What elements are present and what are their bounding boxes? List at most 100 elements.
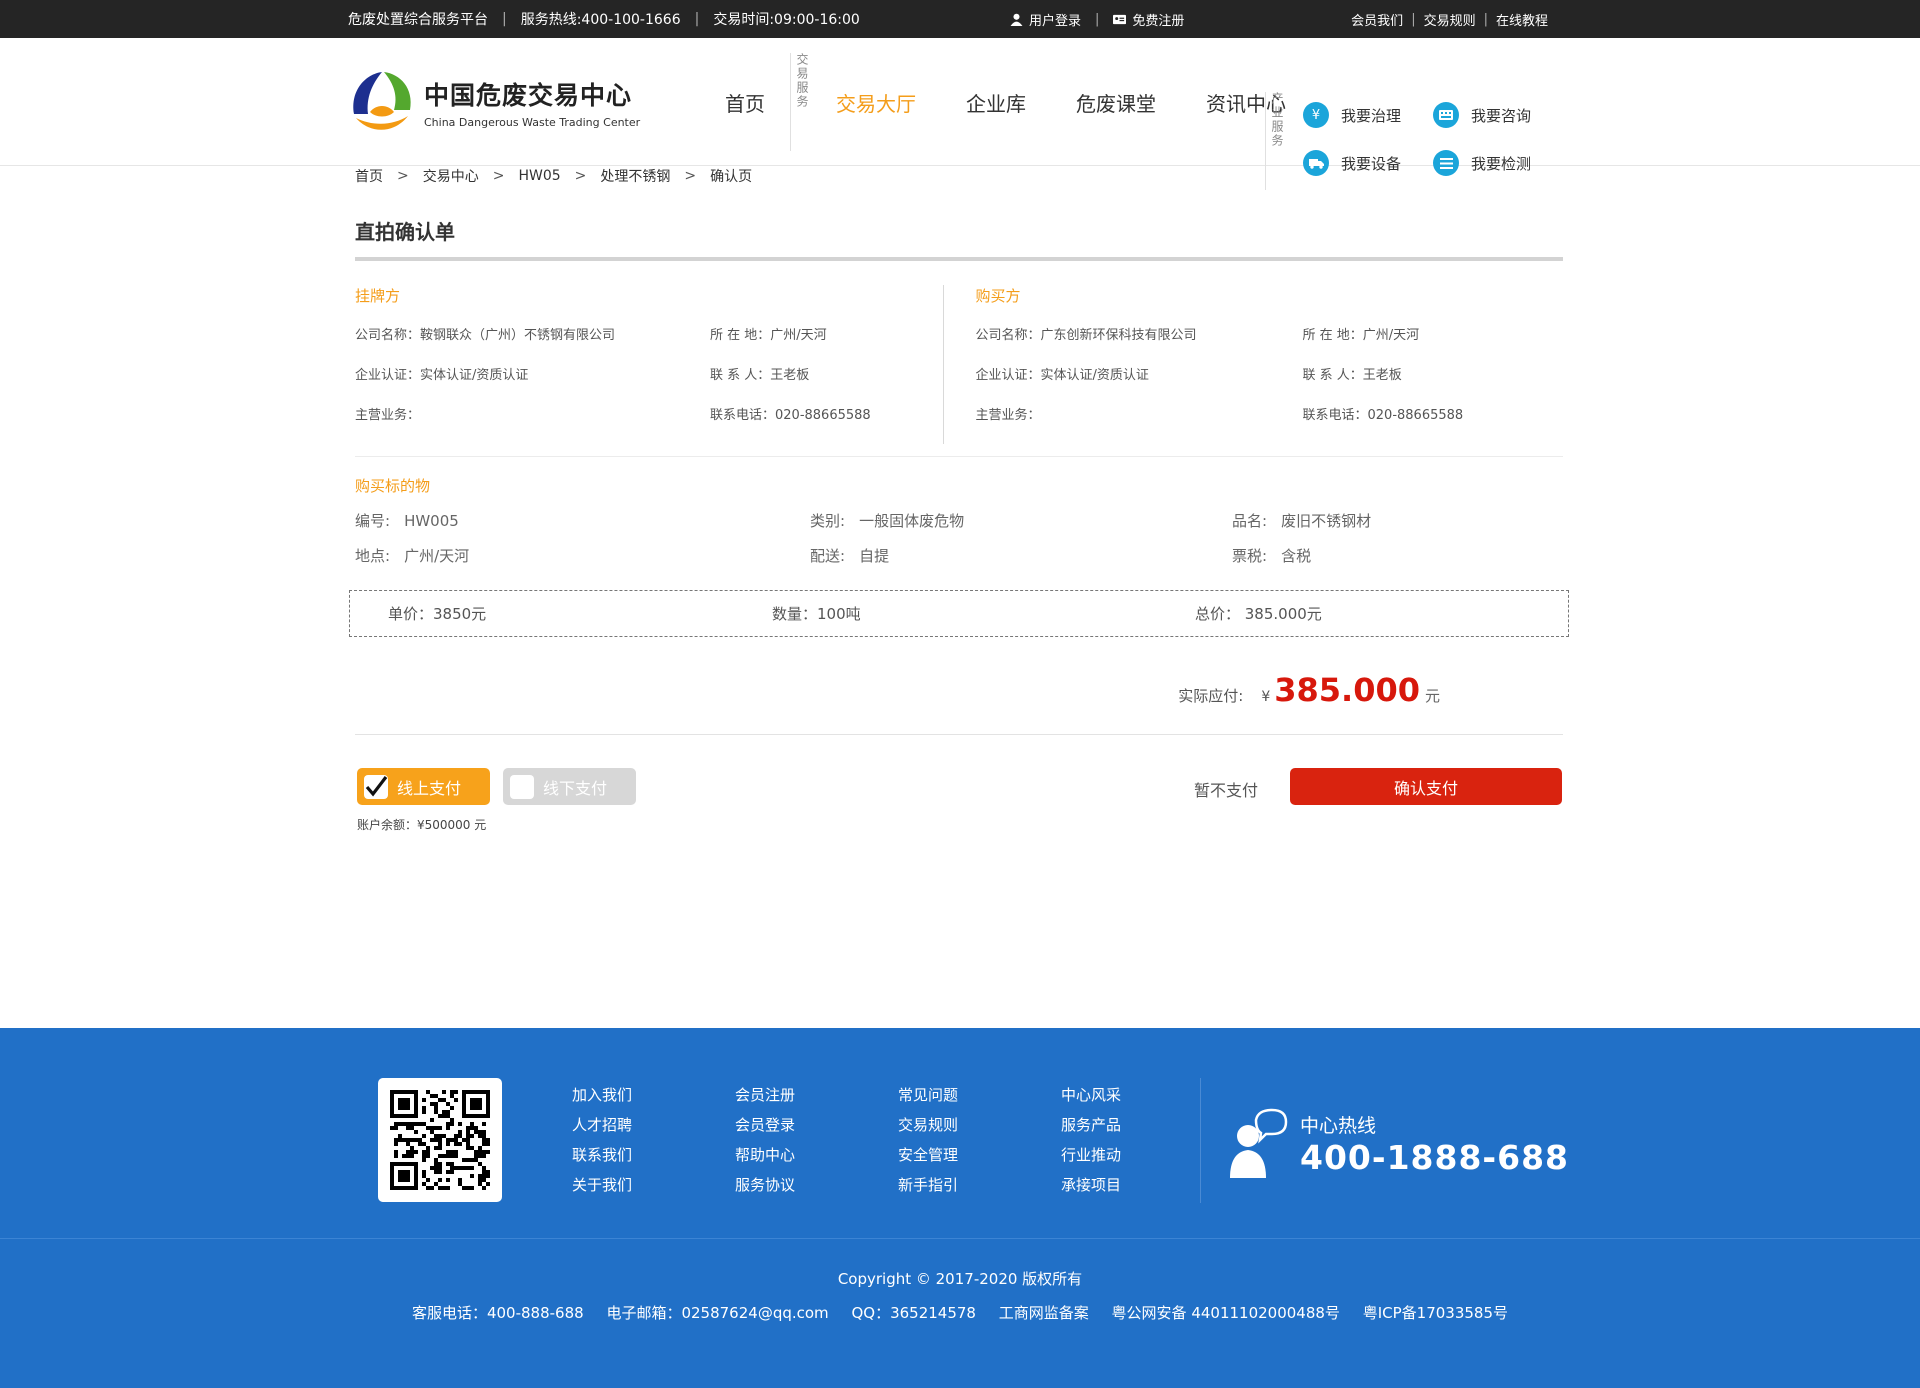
free-register-link[interactable]: 免费注册 [1113,10,1184,29]
nav-trading-hall[interactable]: 交易大厅 [836,88,916,117]
footer-link[interactable]: 人才招聘 [572,1110,735,1140]
goods-tax-label: 票税: [1232,547,1268,565]
service-consult[interactable]: 我要咨询 [1433,102,1563,128]
divider: | [1483,11,1488,27]
footer-link[interactable]: 帮助中心 [735,1140,898,1170]
main-nav: 首页 交易服务 交易大厅 企业库 危废课堂 资讯中心 [700,38,1311,166]
register-label: 免费注册 [1132,13,1185,29]
login-label: 用户登录 [1029,13,1082,29]
breadcrumb-item[interactable]: 处理不锈钢 [600,166,670,186]
quantity: 数量：100吨 [772,605,861,623]
breadcrumb-trading-center[interactable]: 交易中心 [423,166,479,186]
chevron-right-icon: > [492,168,505,184]
footer-link[interactable]: 交易规则 [898,1110,1061,1140]
divider: | [1095,11,1100,27]
goods-name: 废旧不锈钢材 [1281,512,1372,530]
service-governance[interactable]: ¥ 我要治理 [1303,102,1433,128]
top-link-tutorial[interactable]: 在线教程 [1496,10,1548,29]
pay-later-button[interactable]: 暂不支付 [1194,777,1258,801]
footer-link[interactable]: 新手指引 [898,1170,1061,1200]
copyright: Copyright © 2017-2020 版权所有 [837,1270,1083,1288]
parties-section: 挂牌方 公司名称：鞍钢联众（广州）不锈钢有限公司 所 在 地：广州/天河 企业认证… [355,285,1563,457]
account-balance: 账户余额：¥500000 元 [357,818,487,832]
footer-link[interactable]: 会员注册 [735,1080,898,1110]
footer-link[interactable]: 安全管理 [898,1140,1061,1170]
hotline-text: 服务热线:400-100-1666 [520,12,681,28]
goods-title: 购买标的物 [355,477,431,495]
yen-icon: ¥ [1303,102,1329,128]
goods-details: 编号: HW005 类别: 一般固体废危物 品名: 废旧不锈钢材 地点: 广州/天河 配… [355,510,1563,580]
icp-record[interactable]: 粤ICP备17033585号 [1363,1304,1508,1322]
divider: | [1411,11,1416,27]
footer-link[interactable]: 常见问题 [898,1080,1061,1110]
customer-service-icon [1230,1108,1288,1178]
breadcrumb-code[interactable]: HW05 [518,168,560,184]
seller-location: 所 在 地：广州/天河 [710,328,827,343]
police-record[interactable]: 粤公网安备 44011102000488号 [1112,1304,1340,1322]
nav-tag-trading-service: 交易服务 [790,53,811,151]
email: 电子邮箱：02587624@qq.com [606,1304,829,1322]
seller-panel: 挂牌方 公司名称：鞍钢联众（广州）不锈钢有限公司 所 在 地：广州/天河 企业认证… [355,285,944,444]
total-price: 总价： 385.000元 [1195,605,1322,623]
chevron-right-icon: > [574,168,587,184]
goods-delivery-label: 配送: [810,547,846,565]
goods-tax: 含税 [1281,547,1312,565]
seller-cert: 企业认证：实体认证/资质认证 [355,368,529,383]
nav-classroom[interactable]: 危废课堂 [1076,88,1156,117]
qr-code-icon [390,1090,490,1190]
checkbox-unchecked-icon [510,775,534,799]
user-icon [1010,13,1023,26]
business-record[interactable]: 工商网监备案 [999,1304,1089,1322]
goods-place: 广州/天河 [404,547,470,565]
footer-link[interactable]: 加入我们 [572,1080,735,1110]
breadcrumb: 首页 > 交易中心 > HW05 > 处理不锈钢 > 确认页 [355,166,1563,186]
chevron-right-icon: > [684,168,697,184]
goods-category-label: 类别: [810,512,846,530]
qr-code [378,1078,502,1202]
buyer-location: 所 在 地：广州/天河 [1302,328,1420,343]
checkbox-checked-icon [364,775,388,799]
logo-title: 中国危废交易中心 [424,80,633,110]
footer-link[interactable]: 关于我们 [572,1170,735,1200]
buyer-company: 公司名称：广东创新环保科技有限公司 [975,328,1197,343]
divider: | [694,11,700,27]
service-phone: 客服电话：400-888-688 [411,1304,584,1322]
hotline-label: 中心热线 [1300,1115,1377,1137]
top-link-rules[interactable]: 交易规则 [1424,10,1476,29]
online-payment-option[interactable]: 线上支付 [357,768,490,805]
footer-hotline: 中心热线 400-1888-688 [1226,1108,1569,1180]
user-login-link[interactable]: 用户登录 [1010,10,1081,29]
goods-place-label: 地点: [355,547,391,565]
seller-business: 主营业务： [355,408,421,423]
currency-symbol: ¥ [1261,689,1271,705]
breadcrumb-home[interactable]: 首页 [355,166,383,186]
goods-id: HW005 [404,512,459,530]
payable-unit: 元 [1424,687,1440,705]
site-footer: 加入我们 人才招聘 联系我们 关于我们 会员注册 会员登录 帮助中心 服务协议 … [0,1028,1920,1388]
hotline-number: 400-1888-688 [1300,1138,1570,1177]
offline-payment-option[interactable]: 线下支付 [503,768,636,805]
buyer-phone: 联系电话：020-88665588 [1302,408,1464,423]
footer-link[interactable]: 联系我们 [572,1140,735,1170]
nav-home[interactable]: 首页 [725,88,765,117]
confirm-page: 首页 > 交易中心 > HW05 > 处理不锈钢 > 确认页 直拍确认单 挂牌方… [349,166,1569,845]
payable-label: 实际应付: [1178,687,1244,705]
divider: | [502,11,507,27]
nav-enterprise[interactable]: 企业库 [966,88,1026,117]
online-payment-label: 线上支付 [397,778,462,798]
platform-name: 危废处置综合服务平台 [348,12,488,28]
breadcrumb-current: 确认页 [710,169,753,185]
seller-title: 挂牌方 [355,287,401,305]
qq: QQ：365214578 [851,1304,976,1322]
site-logo[interactable]: 中国危废交易中心 China Dangerous Waste Trading C… [348,68,640,136]
payment-actions: 线上支付 线下支付 账户余额：¥500000 元 暂不支付 确认支付 [355,735,1563,845]
footer-link[interactable]: 服务协议 [735,1170,898,1200]
confirm-payment-button[interactable]: 确认支付 [1290,768,1562,805]
top-link-members[interactable]: 会员我们 [1351,10,1403,29]
logo-subtitle: China Dangerous Waste Trading Center [424,115,641,129]
footer-link[interactable]: 会员登录 [735,1110,898,1140]
leaf-logo-icon [353,72,411,130]
seller-phone: 联系电话：020-88665588 [710,408,871,423]
buyer-contact: 联 系 人：王老板 [1302,368,1402,383]
buyer-business: 主营业务： [975,408,1041,423]
